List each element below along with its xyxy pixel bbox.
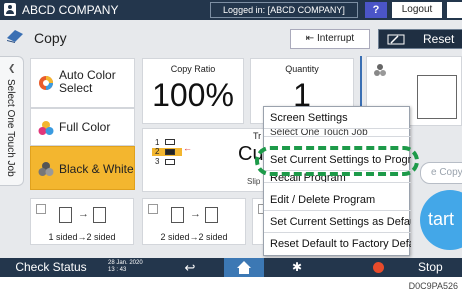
full-color-button[interactable]: Full Color xyxy=(30,108,135,146)
arrow-right-icon: → xyxy=(190,208,201,220)
black-and-white-label: Black & White xyxy=(59,162,134,176)
tray-3-number: 3 xyxy=(155,157,160,166)
full-color-label: Full Color xyxy=(59,120,111,134)
reset-button[interactable]: Reset xyxy=(378,29,462,49)
app-header: Copy ⇤ Interrupt Reset xyxy=(0,20,462,54)
color-dots-icon xyxy=(374,64,386,76)
reset-label: Reset xyxy=(423,32,455,46)
company-name: ABCD COMPANY xyxy=(22,3,119,17)
black-white-icon xyxy=(38,162,54,176)
menu-item-set-current-settings-as-default[interactable]: Set Current Settings as Default xyxy=(264,211,411,233)
date: 28 Jan. 2020 xyxy=(108,260,143,266)
menu-item-screen-settings[interactable]: Screen Settings xyxy=(264,107,411,129)
page-icon xyxy=(171,207,184,223)
home-icon xyxy=(237,261,251,274)
copy-app-icon xyxy=(7,30,23,43)
full-color-icon xyxy=(38,121,54,135)
auto-color-select-label: Auto Color Select xyxy=(59,68,116,95)
select-one-touch-job-tab[interactable]: ❮ Select One Touch Job xyxy=(0,56,24,186)
duplex-1-to-2-button[interactable]: → 1 sided→2 sided xyxy=(30,198,134,245)
quantity-label: Quantity xyxy=(285,64,319,74)
auto-color-select-button[interactable]: Auto Color Select xyxy=(30,58,135,108)
back-icon[interactable]: ↩ xyxy=(168,259,212,276)
user-icon xyxy=(4,3,16,16)
auto-color-icon xyxy=(39,76,53,90)
e-copy-button[interactable]: e Copy xyxy=(420,162,462,184)
interrupt-label: Interrupt xyxy=(316,33,355,44)
duplex-2-to-2-label: 2 sided→2 sided xyxy=(160,232,228,242)
menu-item-edit-delete-program[interactable]: Edit / Delete Program xyxy=(264,189,411,211)
side-tab-label: Select One Touch Job xyxy=(5,79,16,177)
page-icon xyxy=(205,207,218,223)
start-label: tart xyxy=(428,209,455,229)
menu-item-reset-default-to-factory-default[interactable]: Reset Default to Factory Default xyxy=(264,233,411,255)
app-title: Copy xyxy=(34,30,67,46)
menu-item-select-one-touch-job[interactable]: Select One Touch Job xyxy=(264,129,411,137)
page-icon xyxy=(59,207,72,223)
tray-1-icon xyxy=(165,139,175,145)
duplex-2-to-2-button[interactable]: → 2 sided→2 sided xyxy=(142,198,246,245)
copy-ratio-value: 100% xyxy=(152,77,234,113)
checkbox xyxy=(36,204,46,214)
chevron-left-icon: ❮ xyxy=(8,63,16,73)
stop-icon xyxy=(373,262,384,273)
duplex-1-to-2-label: 1 sided→2 sided xyxy=(48,232,116,242)
top-bar: ABCD COMPANY Logged in: [ABCD COMPANY] ?… xyxy=(0,0,462,20)
interrupt-icon: ⇤ xyxy=(305,33,317,44)
gear-icon[interactable]: ✱ xyxy=(280,259,314,276)
check-status-button[interactable]: Check Status xyxy=(2,258,100,277)
settings-menu: Screen Settings Select One Touch Job Set… xyxy=(263,106,411,256)
logout-button[interactable]: Logout xyxy=(392,2,442,18)
tray-pointer-icon: ← xyxy=(183,143,192,153)
tray-1-number: 1 xyxy=(155,138,160,147)
page-icon xyxy=(93,207,106,223)
reset-icon xyxy=(387,34,405,45)
tray-3-icon xyxy=(165,159,175,165)
tray-2-icon xyxy=(165,149,175,155)
arrow-right-icon: → xyxy=(78,208,89,220)
black-and-white-button[interactable]: Black & White xyxy=(30,146,135,190)
tray-label-partial: Tr xyxy=(253,131,262,141)
figure-code: D0C9PA526 xyxy=(408,281,458,291)
help-button[interactable]: ? xyxy=(365,2,387,18)
document-preview-icon xyxy=(417,75,457,119)
copy-ratio-label: Copy Ratio xyxy=(170,64,216,74)
login-status: Logged in: [ABCD COMPANY] xyxy=(210,2,358,18)
power-button[interactable] xyxy=(447,2,462,18)
tray-2-number: 2 xyxy=(155,147,160,156)
interrupt-button[interactable]: ⇤ Interrupt xyxy=(290,29,370,49)
bottom-bar: Check Status 28 Jan. 2020 13 : 43 ↩ ✱ St… xyxy=(0,258,462,277)
copy-ratio-tile[interactable]: Copy Ratio 100% xyxy=(142,58,244,124)
home-button[interactable] xyxy=(224,258,264,277)
highlight-callout xyxy=(255,146,419,176)
checkbox xyxy=(148,204,158,214)
time: 13 : 43 xyxy=(108,267,127,273)
stop-button[interactable]: Stop xyxy=(418,258,443,277)
copy-screen: ABCD COMPANY Logged in: [ABCD COMPANY] ?… xyxy=(0,0,462,277)
date-time: 28 Jan. 2020 13 : 43 xyxy=(108,260,143,274)
